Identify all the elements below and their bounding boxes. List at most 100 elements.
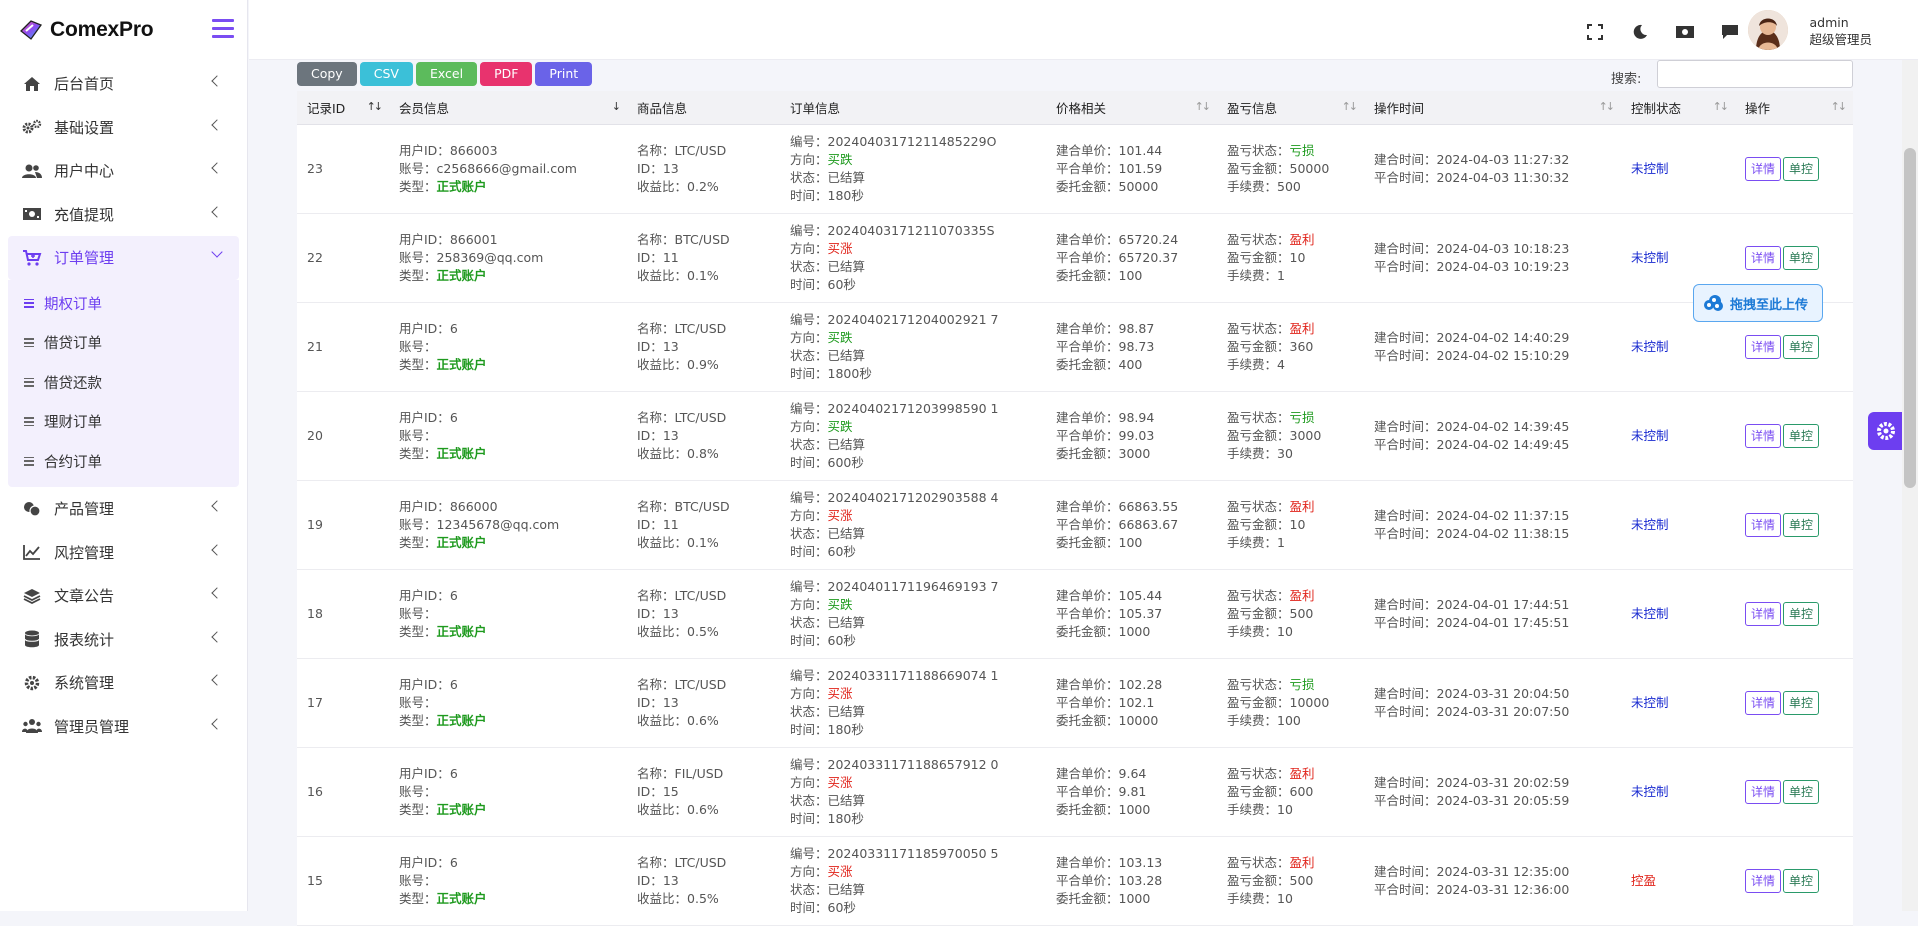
col-header-price[interactable]: 价格相关 ↑↓ [1046,91,1217,125]
sidebar-item-admin-management[interactable]: 管理员管理 [0,705,247,749]
detail-button[interactable]: 详情 [1745,690,1782,715]
field-line: ID：13 [637,872,780,890]
detail-button[interactable]: 详情 [1745,512,1782,537]
field-value: 盈利 [1289,498,1315,514]
sidebar-item-product-management[interactable]: 产品管理 [0,487,247,531]
single-control-button[interactable]: 单控 [1783,245,1820,270]
fullscreen-icon[interactable] [1585,22,1605,42]
single-control-button[interactable]: 单控 [1783,868,1820,893]
field-value: 60秒 [827,632,856,648]
field-line: 盈亏状态：亏损 [1227,409,1364,427]
col-header-control[interactable]: 控制状态 ↑↓ [1621,91,1735,125]
user-info[interactable]: admin 超级管理员 [1809,14,1872,48]
col-header-pnl[interactable]: 盈亏信息 ↑↓ [1217,91,1364,125]
field-label: 状态： [790,347,828,363]
col-header-actions[interactable]: 操作 ↑↓ [1735,91,1853,125]
detail-button[interactable]: 详情 [1745,245,1782,270]
single-control-button[interactable]: 单控 [1783,334,1820,359]
menu-toggle-icon[interactable] [212,19,234,39]
single-control-button[interactable]: 单控 [1783,690,1820,715]
field-line: 盈亏状态：盈利 [1227,854,1364,872]
field-value: LTC/USD [674,587,727,603]
chat-icon[interactable] [1720,22,1740,42]
field-value: 买涨 [827,685,853,701]
single-control-button[interactable]: 单控 [1783,156,1820,181]
header-label: 操作时间 [1374,100,1425,116]
sidebar-item-deposit-withdraw[interactable]: 充值提现 [0,193,247,237]
csv-button[interactable]: CSV [359,62,413,86]
detail-button[interactable]: 详情 [1745,601,1782,626]
sidebar-item-reports[interactable]: 报表统计 [0,618,247,662]
scrollbar-thumb[interactable] [1904,148,1916,488]
col-header-member[interactable]: 会员信息 ↓ [389,91,627,125]
sidebar-item-basic-settings[interactable]: 基础设置 [0,106,247,150]
single-control-button[interactable]: 单控 [1783,512,1820,537]
sidebar-item-system[interactable]: 系统管理 [0,661,247,705]
field-line: 收益比：0.6% [637,712,780,730]
excel-button[interactable]: Excel [415,62,478,86]
field-label: 编号： [790,489,828,505]
field-value: 101.59 [1118,160,1163,176]
header-label: 操作 [1745,100,1771,116]
cell-product: 名称：LTC/USD ID：13 收益比：0.5% [627,569,780,659]
single-control-button[interactable]: 单控 [1783,423,1820,448]
cell-price: 建合单价：98.87 平合单价：98.73 委托金额：400 [1046,302,1217,392]
field-label: 委托金额： [1056,178,1119,194]
detail-button[interactable]: 详情 [1745,334,1782,359]
record-id: 20 [307,427,323,443]
sidebar-item-label: 产品管理 [54,500,115,519]
cell-id: 23 [297,124,389,214]
field-label: 盈亏金额： [1227,694,1290,710]
field-line: 盈亏状态：亏损 [1227,676,1364,694]
field-line: 方向：买跌 [790,596,1046,614]
field-line: 账号：258369@qq.com [399,249,627,267]
col-header-id[interactable]: 记录ID ↑↓ [297,91,389,125]
field-value: 已结算 [827,258,866,274]
field-line: 编号：20240403171211070335S [790,222,1046,240]
field-value: 20240402171204002921 7 [827,311,999,327]
submenu-contract-orders[interactable]: 合约订单 [8,442,239,482]
sidebar-item-order-management[interactable]: 订单管理 [8,236,239,280]
search-input[interactable] [1657,60,1853,88]
table-row: 22 用户ID：866001 账号：258369@qq.com 类型：正式账户 名称：B… [297,213,1853,303]
sidebar-item-risk-control[interactable]: 风控管理 [0,531,247,575]
submenu-options-orders[interactable]: 期权订单 [8,284,239,324]
detail-button[interactable]: 详情 [1745,868,1782,893]
detail-button[interactable]: 详情 [1745,156,1782,181]
field-line: 名称：BTC/USD [637,231,780,249]
logo[interactable]: ComexPro [0,0,247,60]
field-label: 收益比： [637,890,688,906]
single-control-button[interactable]: 单控 [1783,601,1820,626]
single-control-button[interactable]: 单控 [1783,779,1820,804]
settings-float-button[interactable] [1868,412,1904,450]
avatar[interactable] [1748,10,1788,50]
copy-button[interactable]: Copy [297,62,357,86]
submenu-loan-orders[interactable]: 借贷订单 [8,323,239,363]
print-button[interactable]: Print [535,62,593,86]
sidebar-item-articles[interactable]: 文章公告 [0,574,247,618]
cell-product: 名称：LTC/USD ID：13 收益比：0.2% [627,124,780,214]
upload-drop-zone[interactable]: 拖拽至此上传 [1693,284,1823,322]
moon-icon[interactable] [1630,22,1650,42]
detail-button[interactable]: 详情 [1745,423,1782,448]
field-label: ID： [637,872,663,888]
money-icon[interactable] [1675,22,1695,42]
field-label: 手续费： [1227,534,1278,550]
cell-control: 未控制 [1621,124,1735,214]
pdf-button[interactable]: PDF [480,62,533,86]
submenu-wealth-orders[interactable]: 理财订单 [8,402,239,442]
sidebar-item-user-center[interactable]: 用户中心 [0,149,247,193]
field-value: 已结算 [827,347,866,363]
sidebar-item-dashboard[interactable]: 后台首页 [0,62,247,106]
sidebar-item-label: 基础设置 [54,118,115,137]
field-label: 账号： [399,605,437,621]
scrollbar[interactable] [1902,60,1918,911]
field-line: 类型：正式账户 [399,178,627,196]
field-label: 状态： [790,436,828,452]
field-value: 2024-04-02 14:49:45 [1436,436,1570,452]
field-value: 正式账户 [436,356,487,372]
detail-button[interactable]: 详情 [1745,779,1782,804]
field-line: 状态：已结算 [790,792,1046,810]
col-header-time[interactable]: 操作时间 ↑↓ [1364,91,1621,125]
submenu-loan-repayment[interactable]: 借贷还款 [8,363,239,403]
